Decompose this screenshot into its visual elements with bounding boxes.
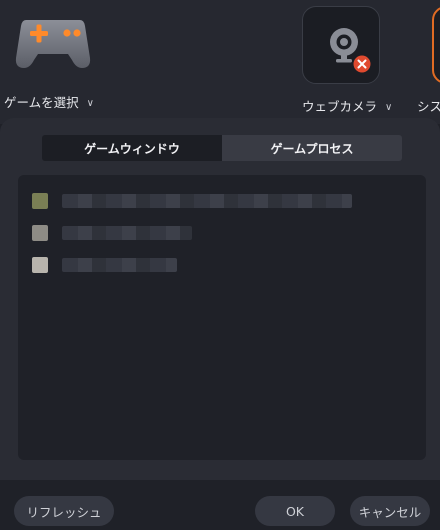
webcam-tile[interactable] [302, 6, 380, 84]
system-source-label[interactable]: シス [417, 96, 440, 115]
system-icon[interactable] [432, 6, 440, 84]
list-item-text [62, 258, 177, 272]
webcam-source-text: ウェブカメラ [302, 99, 378, 114]
list-item-text [62, 194, 352, 208]
list-item[interactable] [18, 251, 418, 279]
capture-mode-tabs: ゲームウィンドウ ゲームプロセス [42, 135, 402, 161]
system-source-text: シス [417, 99, 440, 114]
chevron-down-icon: ∨ [86, 98, 94, 109]
gamepad-icon [15, 20, 91, 68]
chevron-down-icon: ∨ [385, 102, 393, 113]
game-source-label[interactable]: ゲームを選択 ∨ [4, 92, 94, 111]
list-item[interactable] [18, 219, 418, 247]
tab-game-window[interactable]: ゲームウィンドウ [42, 135, 222, 161]
window-icon [32, 193, 48, 209]
game-source-text: ゲームを選択 [4, 95, 79, 110]
cancel-button[interactable]: キャンセル [350, 496, 430, 526]
ok-button[interactable]: OK [255, 496, 335, 526]
list-item-text [62, 226, 192, 240]
webcam-source-label[interactable]: ウェブカメラ ∨ [302, 96, 392, 115]
list-item[interactable] [18, 187, 418, 215]
tab-game-process[interactable]: ゲームプロセス [222, 135, 402, 161]
refresh-button[interactable]: リフレッシュ [14, 496, 114, 526]
window-icon [32, 257, 48, 273]
close-icon [353, 55, 371, 73]
window-list [18, 175, 426, 460]
window-icon [32, 225, 48, 241]
